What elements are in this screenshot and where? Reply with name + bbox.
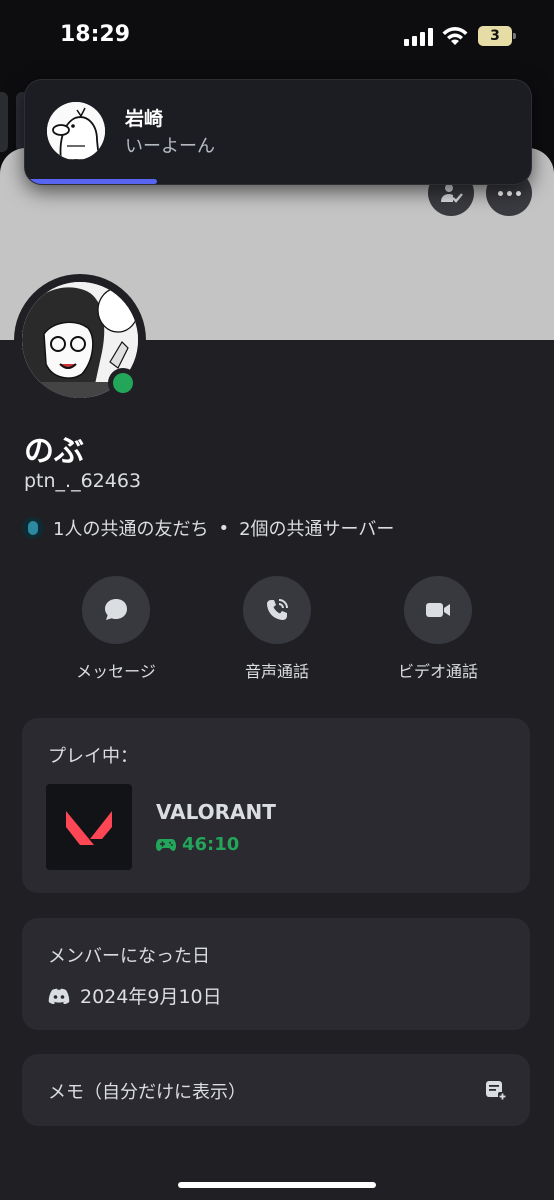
separator-dot: • xyxy=(218,517,230,539)
voice-call-button[interactable]: 音声通話 xyxy=(202,576,352,682)
add-note-icon[interactable] xyxy=(484,1078,508,1102)
game-elapsed: 46:10 xyxy=(156,834,239,855)
video-camera-icon xyxy=(426,603,450,617)
activity-card[interactable]: プレイ中： VALORANT 46:10 xyxy=(22,718,530,893)
video-call-button[interactable]: ビデオ通話 xyxy=(363,576,513,682)
phone-icon xyxy=(267,599,288,620)
action-buttons: メッセージ 音声通話 ビデオ通話 xyxy=(0,576,554,686)
display-name: のぶ xyxy=(24,434,84,469)
elapsed-time: 46:10 xyxy=(182,834,240,855)
cellular-signal-icon xyxy=(404,28,434,46)
status-bar: 18:29 3 xyxy=(0,0,554,72)
notification-message: いーよーん xyxy=(125,136,215,157)
member-since-row: 2024年9月10日 xyxy=(48,982,222,1009)
username[interactable]: ptn_._62463 xyxy=(24,470,141,492)
valorant-logo-icon xyxy=(66,811,112,845)
mutual-servers-text[interactable]: 2個の共通サーバー xyxy=(239,515,394,541)
notification-sender: 岩崎 xyxy=(125,108,164,130)
mutual-info[interactable]: 1人の共通の友だち • 2個の共通サーバー xyxy=(22,516,394,540)
member-since-card: メンバーになった日 2024年9月10日 xyxy=(22,918,530,1030)
member-since-date: 2024年9月10日 xyxy=(80,986,222,1008)
discord-logo-icon xyxy=(48,988,70,1004)
status-time: 18:29 xyxy=(60,22,131,47)
mutual-friend-avatar xyxy=(22,517,44,539)
game-name: VALORANT xyxy=(156,800,276,824)
message-notification[interactable]: 岩崎 いーよーん xyxy=(24,79,532,185)
more-dots-icon xyxy=(497,190,503,196)
home-indicator[interactable] xyxy=(178,1182,376,1188)
notification-timer-bar xyxy=(25,179,157,184)
background-panel-edge xyxy=(0,92,8,152)
profile-sheet: のぶ ptn_._62463 1人の共通の友だち • 2個の共通サーバー メッセ… xyxy=(0,148,554,1200)
message-button[interactable]: メッセージ xyxy=(41,576,191,682)
video-call-label: ビデオ通話 xyxy=(397,662,478,681)
message-label: メッセージ xyxy=(76,662,156,681)
voice-call-label: 音声通話 xyxy=(244,662,309,681)
note-label: メモ（自分だけに表示） xyxy=(48,1082,246,1103)
wifi-icon xyxy=(442,27,468,45)
online-status-indicator xyxy=(108,368,138,398)
sender-avatar xyxy=(47,102,105,160)
mutual-friends-text[interactable]: 1人の共通の友だち xyxy=(53,515,208,541)
game-icon xyxy=(46,784,132,870)
activity-heading: プレイ中： xyxy=(48,746,138,767)
profile-avatar[interactable] xyxy=(14,274,146,406)
note-card[interactable]: メモ（自分だけに表示） xyxy=(22,1054,530,1126)
gamepad-icon xyxy=(156,838,176,851)
member-since-heading: メンバーになった日 xyxy=(48,946,210,967)
chat-bubble-icon xyxy=(105,599,127,620)
battery-indicator: 3 xyxy=(478,26,516,46)
